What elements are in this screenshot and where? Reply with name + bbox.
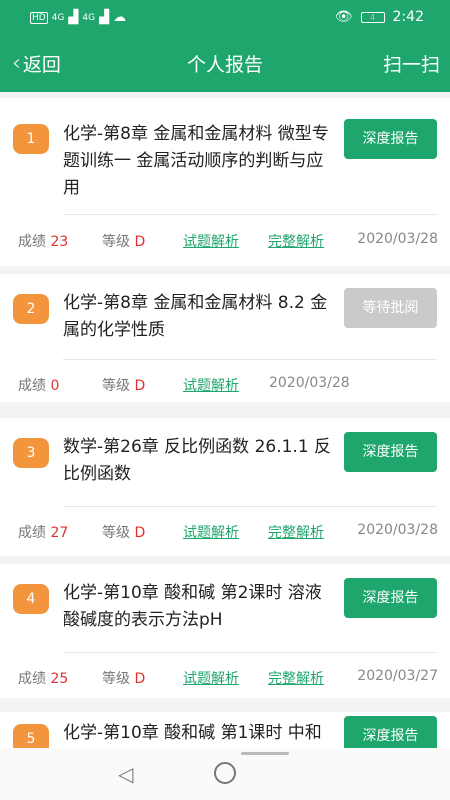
status-left: HD 4G ▟ 4G ▟ ☁	[30, 10, 126, 25]
battery-icon: 4	[360, 11, 385, 23]
grade-label: 等级 D	[102, 525, 146, 541]
chevron-left-icon: ‹	[12, 51, 21, 76]
grade-label: 等级 D	[102, 671, 146, 687]
grade-label: 等级 D	[102, 234, 146, 250]
score-label: 成绩 27	[18, 525, 69, 541]
question-analysis-link[interactable]: 试题解析	[183, 668, 239, 688]
status-right: 👁 4 2:42	[335, 9, 424, 25]
back-button[interactable]: ‹ 返回	[12, 50, 61, 77]
deep-report-button[interactable]: 深度报告	[344, 119, 437, 159]
deep-report-button[interactable]: 深度报告	[344, 716, 437, 748]
system-home-icon[interactable]	[214, 762, 236, 784]
grade-value: D	[134, 234, 146, 250]
status-time: 2:42	[392, 9, 424, 25]
grade-value: D	[134, 525, 146, 541]
grade-value: D	[134, 378, 146, 394]
report-card: 2 化学-第8章 金属和金属材料 8.2 金属的化学性质 等待批阅 成绩 0 等…	[0, 274, 450, 402]
scan-button[interactable]: 扫一扫	[383, 50, 440, 77]
deep-report-button[interactable]: 深度报告	[344, 432, 437, 472]
deep-report-button[interactable]: 深度报告	[344, 578, 437, 618]
score-label: 成绩 25	[18, 671, 69, 687]
report-index-badge: 5	[13, 724, 49, 748]
scroll-indicator	[241, 752, 289, 755]
report-title[interactable]: 化学-第10章 酸和碱 第1课时 中和	[63, 720, 333, 747]
grade-value: D	[134, 671, 146, 687]
divider	[63, 214, 437, 215]
signal-icon-2: 4G	[82, 12, 96, 23]
hd-icon: HD	[30, 11, 48, 24]
report-list[interactable]: 1 化学-第8章 金属和金属材料 微型专题训练一 金属活动顺序的判断与应用 深度…	[0, 92, 450, 748]
system-back-icon[interactable]: ◁	[118, 762, 133, 786]
question-analysis-link[interactable]: 试题解析	[183, 522, 239, 542]
report-card: 3 数学-第26章 反比例函数 26.1.1 反比例函数 深度报告 成绩 27 …	[0, 418, 450, 556]
full-analysis-link[interactable]: 完整解析	[268, 522, 324, 542]
report-title[interactable]: 数学-第26章 反比例函数 26.1.1 反比例函数	[63, 434, 333, 488]
score-value: 23	[50, 234, 69, 250]
system-nav-bar: ◁	[0, 748, 450, 800]
divider	[63, 506, 437, 507]
report-title[interactable]: 化学-第10章 酸和碱 第2课时 溶液酸碱度的表示方法pH	[63, 580, 333, 634]
question-analysis-link[interactable]: 试题解析	[183, 375, 239, 395]
report-index-badge: 3	[13, 438, 49, 468]
report-index-badge: 4	[13, 584, 49, 614]
score-value: 25	[50, 671, 69, 687]
report-index-badge: 2	[13, 294, 49, 324]
report-card: 5 化学-第10章 酸和碱 第1课时 中和 深度报告	[0, 712, 450, 748]
report-date: 2020/03/28	[269, 375, 350, 391]
signal-bars-icon: ▟	[68, 10, 79, 25]
report-date: 2020/03/28	[357, 522, 438, 538]
report-date: 2020/03/27	[357, 668, 438, 684]
question-analysis-link[interactable]: 试题解析	[183, 231, 239, 251]
score-value: 0	[50, 378, 60, 394]
divider	[63, 359, 437, 360]
report-card: 1 化学-第8章 金属和金属材料 微型专题训练一 金属活动顺序的判断与应用 深度…	[0, 98, 450, 266]
score-value: 27	[50, 525, 69, 541]
full-analysis-link[interactable]: 完整解析	[268, 231, 324, 251]
report-title[interactable]: 化学-第8章 金属和金属材料 微型专题训练一 金属活动顺序的判断与应用	[63, 121, 333, 202]
score-label: 成绩 0	[18, 378, 60, 394]
eye-icon: 👁	[334, 9, 353, 25]
back-label: 返回	[22, 54, 61, 76]
pending-review-button[interactable]: 等待批阅	[344, 288, 437, 328]
score-label: 成绩 23	[18, 234, 69, 250]
nav-bar: ‹ 返回 个人报告 扫一扫	[0, 36, 450, 92]
divider	[63, 652, 437, 653]
full-analysis-link[interactable]: 完整解析	[268, 668, 324, 688]
grade-label: 等级 D	[102, 378, 146, 394]
signal-bars-icon-2: ▟	[99, 10, 110, 25]
report-title[interactable]: 化学-第8章 金属和金属材料 8.2 金属的化学性质	[63, 290, 333, 344]
report-card: 4 化学-第10章 酸和碱 第2课时 溶液酸碱度的表示方法pH 深度报告 成绩 …	[0, 564, 450, 698]
cloud-icon: ☁	[113, 10, 127, 25]
signal-icon: 4G	[51, 12, 65, 23]
status-bar: HD 4G ▟ 4G ▟ ☁ 👁 4 2:42	[0, 0, 450, 36]
report-index-badge: 1	[13, 124, 49, 154]
report-date: 2020/03/28	[357, 231, 438, 247]
